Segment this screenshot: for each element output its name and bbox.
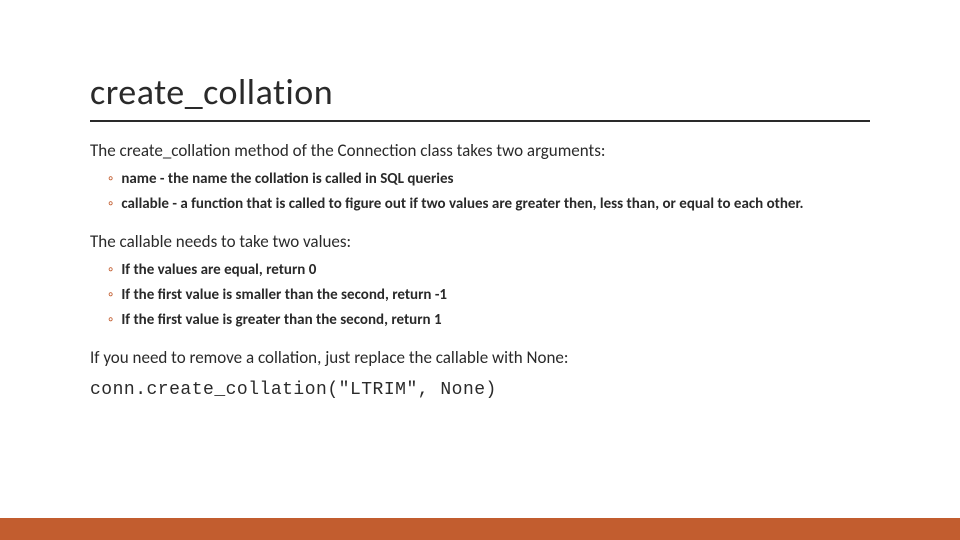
code-example: conn.create_collation("LTRIM", None)	[90, 380, 870, 400]
args-bullet-group: ◦ name - the name the collation is calle…	[90, 169, 870, 215]
list-item: ◦ name - the name the collation is calle…	[108, 169, 870, 190]
intro-text: The create_collation method of the Conne…	[90, 140, 870, 163]
bullet-text: callable - a function that is called to …	[121, 194, 870, 215]
list-item: ◦ If the first value is smaller than the…	[108, 285, 870, 306]
bottom-accent-bar	[0, 518, 960, 540]
bullet-text: If the first value is smaller than the s…	[121, 285, 870, 306]
callable-intro-text: The callable needs to take two values:	[90, 231, 870, 254]
bullet-marker-icon: ◦	[108, 310, 113, 331]
bullet-text: If the values are equal, return 0	[121, 260, 870, 281]
slide-content: create_collation The create_collation me…	[0, 0, 960, 400]
list-item: ◦ If the first value is greater than the…	[108, 310, 870, 331]
list-item: ◦ If the values are equal, return 0	[108, 260, 870, 281]
bullet-marker-icon: ◦	[108, 260, 113, 281]
bullet-marker-icon: ◦	[108, 194, 113, 215]
remove-text: If you need to remove a collation, just …	[90, 347, 870, 370]
bullet-marker-icon: ◦	[108, 169, 113, 190]
bullet-text: If the first value is greater than the s…	[121, 310, 870, 331]
bullet-marker-icon: ◦	[108, 285, 113, 306]
bullet-text: name - the name the collation is called …	[121, 169, 870, 190]
slide-title: create_collation	[90, 70, 870, 122]
list-item: ◦ callable - a function that is called t…	[108, 194, 870, 215]
callable-rules-bullet-group: ◦ If the values are equal, return 0 ◦ If…	[90, 260, 870, 331]
